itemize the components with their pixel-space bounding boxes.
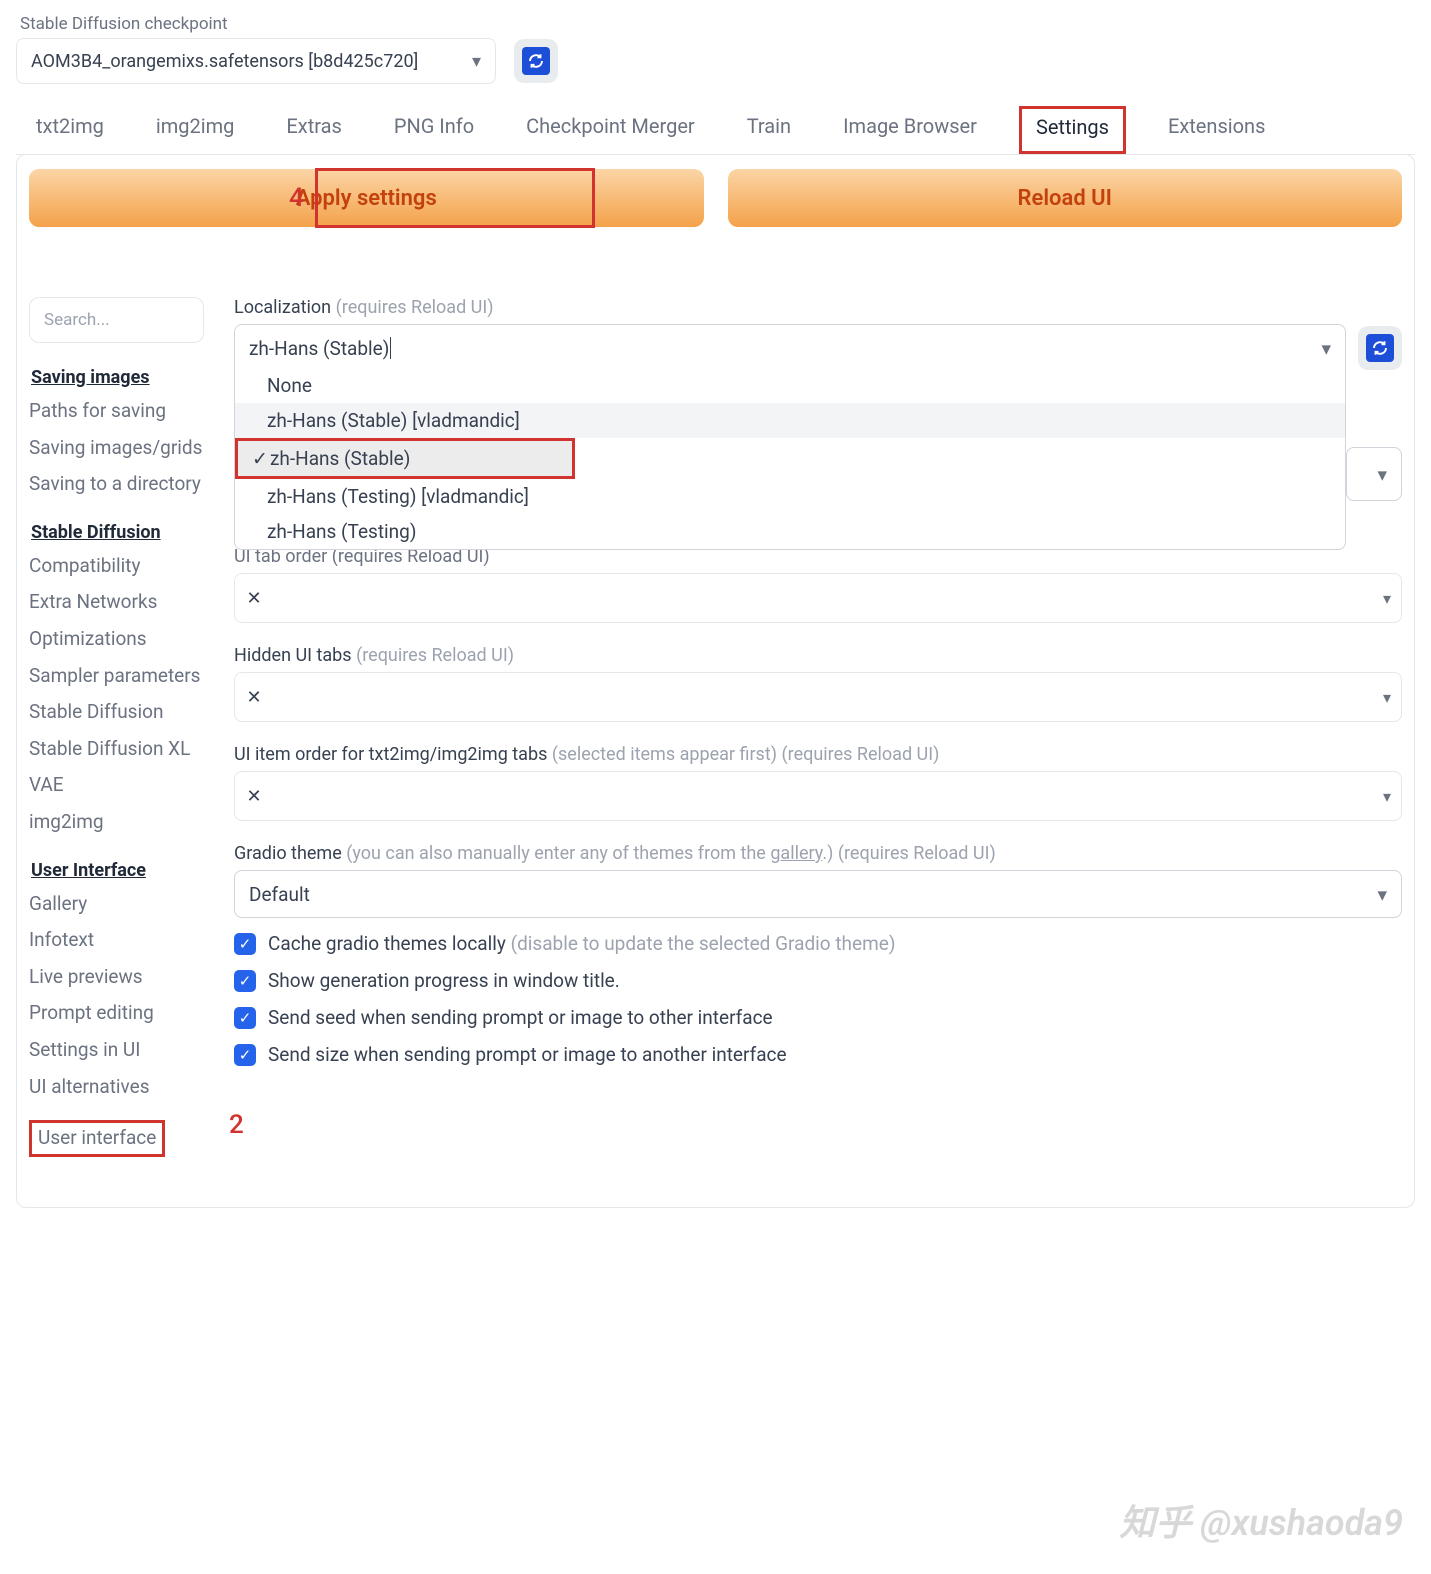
main-tabs: txt2img img2img Extras PNG Info Checkpoi… bbox=[16, 92, 1415, 155]
tab-pnginfo[interactable]: PNG Info bbox=[384, 106, 484, 154]
sidebar-item-img2img[interactable]: img2img bbox=[29, 809, 204, 836]
sidebar-item-compat[interactable]: Compatibility bbox=[29, 553, 204, 580]
chevron-down-icon: ▾ bbox=[472, 51, 481, 72]
localization-dropdown: None zh-Hans (Stable) [vladmandic] ✓zh-H… bbox=[234, 368, 1346, 550]
reload-ui-button[interactable]: Reload UI bbox=[728, 169, 1403, 227]
sidebar-item-user-interface[interactable]: User interface bbox=[29, 1120, 165, 1157]
sidebar-item-ui-alt[interactable]: UI alternatives bbox=[29, 1074, 204, 1101]
checkbox-checked-icon: ✓ bbox=[234, 1007, 256, 1029]
sidebar-item-infotext[interactable]: Infotext bbox=[29, 927, 204, 954]
refresh-checkpoints-button[interactable] bbox=[514, 39, 558, 83]
chevron-down-icon: ▾ bbox=[1383, 688, 1391, 707]
settings-search-input[interactable] bbox=[29, 297, 204, 343]
marker-4-box bbox=[315, 168, 595, 228]
sidebar-item-live[interactable]: Live previews bbox=[29, 964, 204, 991]
sidebar-item-vae[interactable]: VAE bbox=[29, 772, 204, 799]
sidebar-item-settings-in-ui[interactable]: Settings in UI bbox=[29, 1037, 204, 1064]
sidebar-group-ui[interactable]: User Interface bbox=[31, 860, 204, 881]
sidebar-item-sampler[interactable]: Sampler parameters bbox=[29, 663, 204, 690]
checkbox-progress-title[interactable]: ✓ Show generation progress in window tit… bbox=[234, 969, 1402, 992]
obscured-select-tail[interactable]: ▾ bbox=[1346, 447, 1402, 501]
sidebar-item-saving-grids[interactable]: Saving images/grids bbox=[29, 435, 204, 462]
tab-order-select[interactable]: ✕ ▾ bbox=[234, 573, 1402, 623]
hidden-tabs-label: Hidden UI tabs (requires Reload UI) bbox=[234, 645, 1402, 666]
tab-extras[interactable]: Extras bbox=[276, 106, 351, 154]
clear-icon[interactable]: ✕ bbox=[245, 688, 263, 706]
clear-icon[interactable]: ✕ bbox=[245, 787, 263, 805]
gradio-theme-select[interactable]: Default ▾ bbox=[234, 870, 1402, 918]
localization-label: Localization (requires Reload UI) bbox=[234, 297, 1402, 318]
chevron-down-icon: ▾ bbox=[1383, 589, 1391, 608]
clear-icon[interactable]: ✕ bbox=[245, 589, 263, 607]
tab-image-browser[interactable]: Image Browser bbox=[833, 106, 987, 154]
checkbox-checked-icon: ✓ bbox=[234, 970, 256, 992]
localization-option-testing[interactable]: zh-Hans (Testing) bbox=[235, 514, 1345, 549]
tab-train[interactable]: Train bbox=[737, 106, 801, 154]
tab-txt2img[interactable]: txt2img bbox=[26, 106, 114, 154]
chevron-down-icon: ▾ bbox=[1377, 883, 1387, 906]
checkbox-send-seed[interactable]: ✓ Send seed when sending prompt or image… bbox=[234, 1006, 1402, 1029]
checkpoint-value: AOM3B4_orangemixs.safetensors [b8d425c72… bbox=[31, 51, 418, 72]
watermark: 知乎 @xushaoda9 bbox=[1119, 1494, 1403, 1546]
marker-4: 4 bbox=[289, 183, 304, 213]
refresh-icon bbox=[1366, 334, 1394, 362]
refresh-icon bbox=[522, 47, 550, 75]
tab-extensions[interactable]: Extensions bbox=[1158, 106, 1275, 154]
chevron-down-icon: ▾ bbox=[1321, 337, 1331, 360]
checkbox-send-size[interactable]: ✓ Send size when sending prompt or image… bbox=[234, 1043, 1402, 1066]
chevron-down-icon: ▾ bbox=[1377, 463, 1387, 486]
chevron-down-icon: ▾ bbox=[1383, 787, 1391, 806]
item-order-select[interactable]: ✕ ▾ bbox=[234, 771, 1402, 821]
sidebar-item-gallery[interactable]: Gallery bbox=[29, 891, 204, 918]
hidden-tabs-select[interactable]: ✕ ▾ bbox=[234, 672, 1402, 722]
settings-content: Localization (requires Reload UI) zh-Han… bbox=[234, 297, 1402, 1167]
checkpoint-select[interactable]: AOM3B4_orangemixs.safetensors [b8d425c72… bbox=[16, 38, 496, 84]
apply-settings-button[interactable]: Apply settings 4 bbox=[29, 169, 704, 227]
marker-2: 2 bbox=[229, 1110, 244, 1140]
sidebar-group-sd[interactable]: Stable Diffusion bbox=[31, 522, 204, 543]
localization-option-stable[interactable]: ✓zh-Hans (Stable) bbox=[235, 438, 575, 479]
localization-option-none[interactable]: None bbox=[235, 368, 1345, 403]
tab-img2img[interactable]: img2img bbox=[146, 106, 245, 154]
sidebar-item-extranet[interactable]: Extra Networks bbox=[29, 589, 204, 616]
gallery-link[interactable]: gallery bbox=[770, 843, 822, 864]
checkbox-checked-icon: ✓ bbox=[234, 1044, 256, 1066]
settings-panel: Apply settings 4 Reload UI Saving images… bbox=[16, 154, 1415, 1208]
sidebar-item-prompt-edit[interactable]: Prompt editing bbox=[29, 1000, 204, 1027]
sidebar-item-optim[interactable]: Optimizations bbox=[29, 626, 204, 653]
sidebar-group-saving-images[interactable]: Saving images bbox=[31, 367, 204, 388]
gradio-theme-label: Gradio theme (you can also manually ente… bbox=[234, 843, 1402, 864]
localization-select[interactable]: zh-Hans (Stable) ▾ bbox=[234, 324, 1346, 372]
checkpoint-label: Stable Diffusion checkpoint bbox=[20, 14, 1415, 34]
sidebar-item-saving-dir[interactable]: Saving to a directory bbox=[29, 471, 204, 498]
checkbox-cache-themes[interactable]: ✓ Cache gradio themes locally (disable t… bbox=[234, 932, 1402, 955]
sidebar-item-paths[interactable]: Paths for saving bbox=[29, 398, 204, 425]
settings-sidebar: Saving images Paths for saving Saving im… bbox=[29, 297, 204, 1167]
tab-settings[interactable]: Settings bbox=[1019, 106, 1126, 154]
sidebar-item-sdxl[interactable]: Stable Diffusion XL bbox=[29, 736, 204, 763]
sidebar-item-sd[interactable]: Stable Diffusion bbox=[29, 699, 204, 726]
localization-option-testing-vlad[interactable]: zh-Hans (Testing) [vladmandic] bbox=[235, 479, 1345, 514]
item-order-label: UI item order for txt2img/img2img tabs (… bbox=[234, 744, 1402, 765]
localization-option-stable-vlad[interactable]: zh-Hans (Stable) [vladmandic] bbox=[235, 403, 1345, 438]
refresh-localization-button[interactable] bbox=[1358, 326, 1402, 370]
tab-ckpt-merger[interactable]: Checkpoint Merger bbox=[516, 106, 705, 154]
checkbox-checked-icon: ✓ bbox=[234, 933, 256, 955]
